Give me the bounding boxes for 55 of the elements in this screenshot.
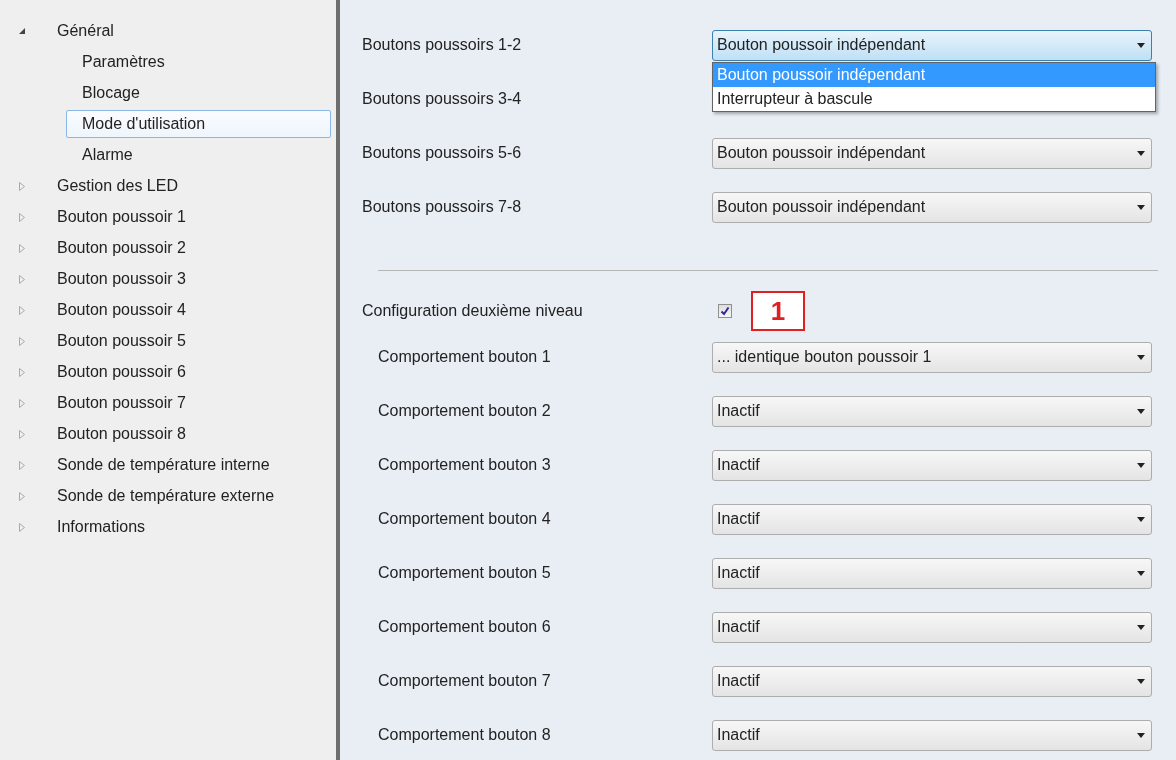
tree-item[interactable]: Bouton poussoir 6	[52, 356, 191, 387]
tree-item[interactable]: Bouton poussoir 7	[52, 387, 191, 418]
dropdown-field[interactable]: Inactif	[712, 557, 1152, 589]
checkbox[interactable]	[718, 304, 732, 318]
tree-item[interactable]: Bouton poussoir 3	[52, 263, 191, 294]
dropdown-field[interactable]: Inactif	[712, 503, 1152, 535]
dropdown-caret-icon	[1137, 204, 1145, 210]
tree-item[interactable]: Bouton poussoir 5	[52, 325, 191, 356]
tree-item[interactable]: Informations	[52, 511, 151, 542]
dropdown-caret-icon	[1137, 732, 1145, 738]
field-label: Comportement bouton 1	[377, 347, 552, 367]
dropdown-field[interactable]: Bouton poussoir indépendant	[712, 29, 1152, 61]
field-label: Comportement bouton 7	[377, 671, 552, 691]
tree-item[interactable]: Général	[52, 15, 119, 46]
dropdown-caret-icon	[1137, 462, 1145, 468]
dropdown-field[interactable]: Inactif	[712, 395, 1152, 427]
dropdown-caret-icon	[1137, 678, 1145, 684]
tree-item[interactable]: Gestion des LED	[52, 170, 183, 201]
field-label: Boutons poussoirs 1-2	[361, 35, 523, 55]
field-label: Boutons poussoirs 7-8	[361, 197, 523, 217]
dropdown-caret-icon	[1137, 354, 1145, 360]
annotation-marker: 1	[751, 291, 805, 331]
dropdown-field[interactable]: ... identique bouton poussoir 1	[712, 341, 1152, 373]
field-label: Comportement bouton 5	[377, 563, 552, 583]
tree-item[interactable]: Bouton poussoir 8	[52, 418, 191, 449]
field-label: Boutons poussoirs 5-6	[361, 143, 523, 163]
tree-item[interactable]: Bouton poussoir 2	[52, 232, 191, 263]
dropdown-caret-icon	[1137, 150, 1145, 156]
dropdown-caret-icon	[1137, 42, 1145, 48]
dropdown-caret-icon	[1137, 624, 1145, 630]
tree-item[interactable]: Mode d'utilisation	[66, 109, 331, 138]
tree-item[interactable]: Blocage	[66, 78, 331, 107]
checkbox-label: Configuration deuxième niveau	[361, 301, 584, 321]
dropdown-caret-icon	[1137, 516, 1145, 522]
dropdown-caret-icon	[1137, 408, 1145, 414]
tree-item[interactable]: Paramètres	[66, 47, 331, 76]
field-label: Comportement bouton 8	[377, 725, 552, 745]
dropdown-caret-icon	[1137, 570, 1145, 576]
dropdown-field[interactable]: Inactif	[712, 719, 1152, 751]
dropdown-field[interactable]: Inactif	[712, 611, 1152, 643]
dropdown-option[interactable]: Interrupteur à bascule	[713, 87, 1155, 111]
dropdown-field[interactable]: Bouton poussoir indépendant	[712, 137, 1152, 169]
dropdown-field[interactable]: Inactif	[712, 665, 1152, 697]
field-label: Comportement bouton 6	[377, 617, 552, 637]
dropdown-field[interactable]: Inactif	[712, 449, 1152, 481]
tree-item[interactable]: Bouton poussoir 1	[52, 201, 191, 232]
field-label: Comportement bouton 4	[377, 509, 552, 529]
tree-item[interactable]: Bouton poussoir 4	[52, 294, 191, 325]
tree-item[interactable]: Alarme	[66, 140, 331, 169]
field-label: Comportement bouton 2	[377, 401, 552, 421]
field-label: Comportement bouton 3	[377, 455, 552, 475]
tree-item[interactable]: Sonde de température interne	[52, 449, 275, 480]
field-label: Boutons poussoirs 3-4	[361, 89, 523, 109]
dropdown-field[interactable]: Bouton poussoir indépendant	[712, 191, 1152, 223]
tree-item[interactable]: Sonde de température externe	[52, 480, 280, 511]
